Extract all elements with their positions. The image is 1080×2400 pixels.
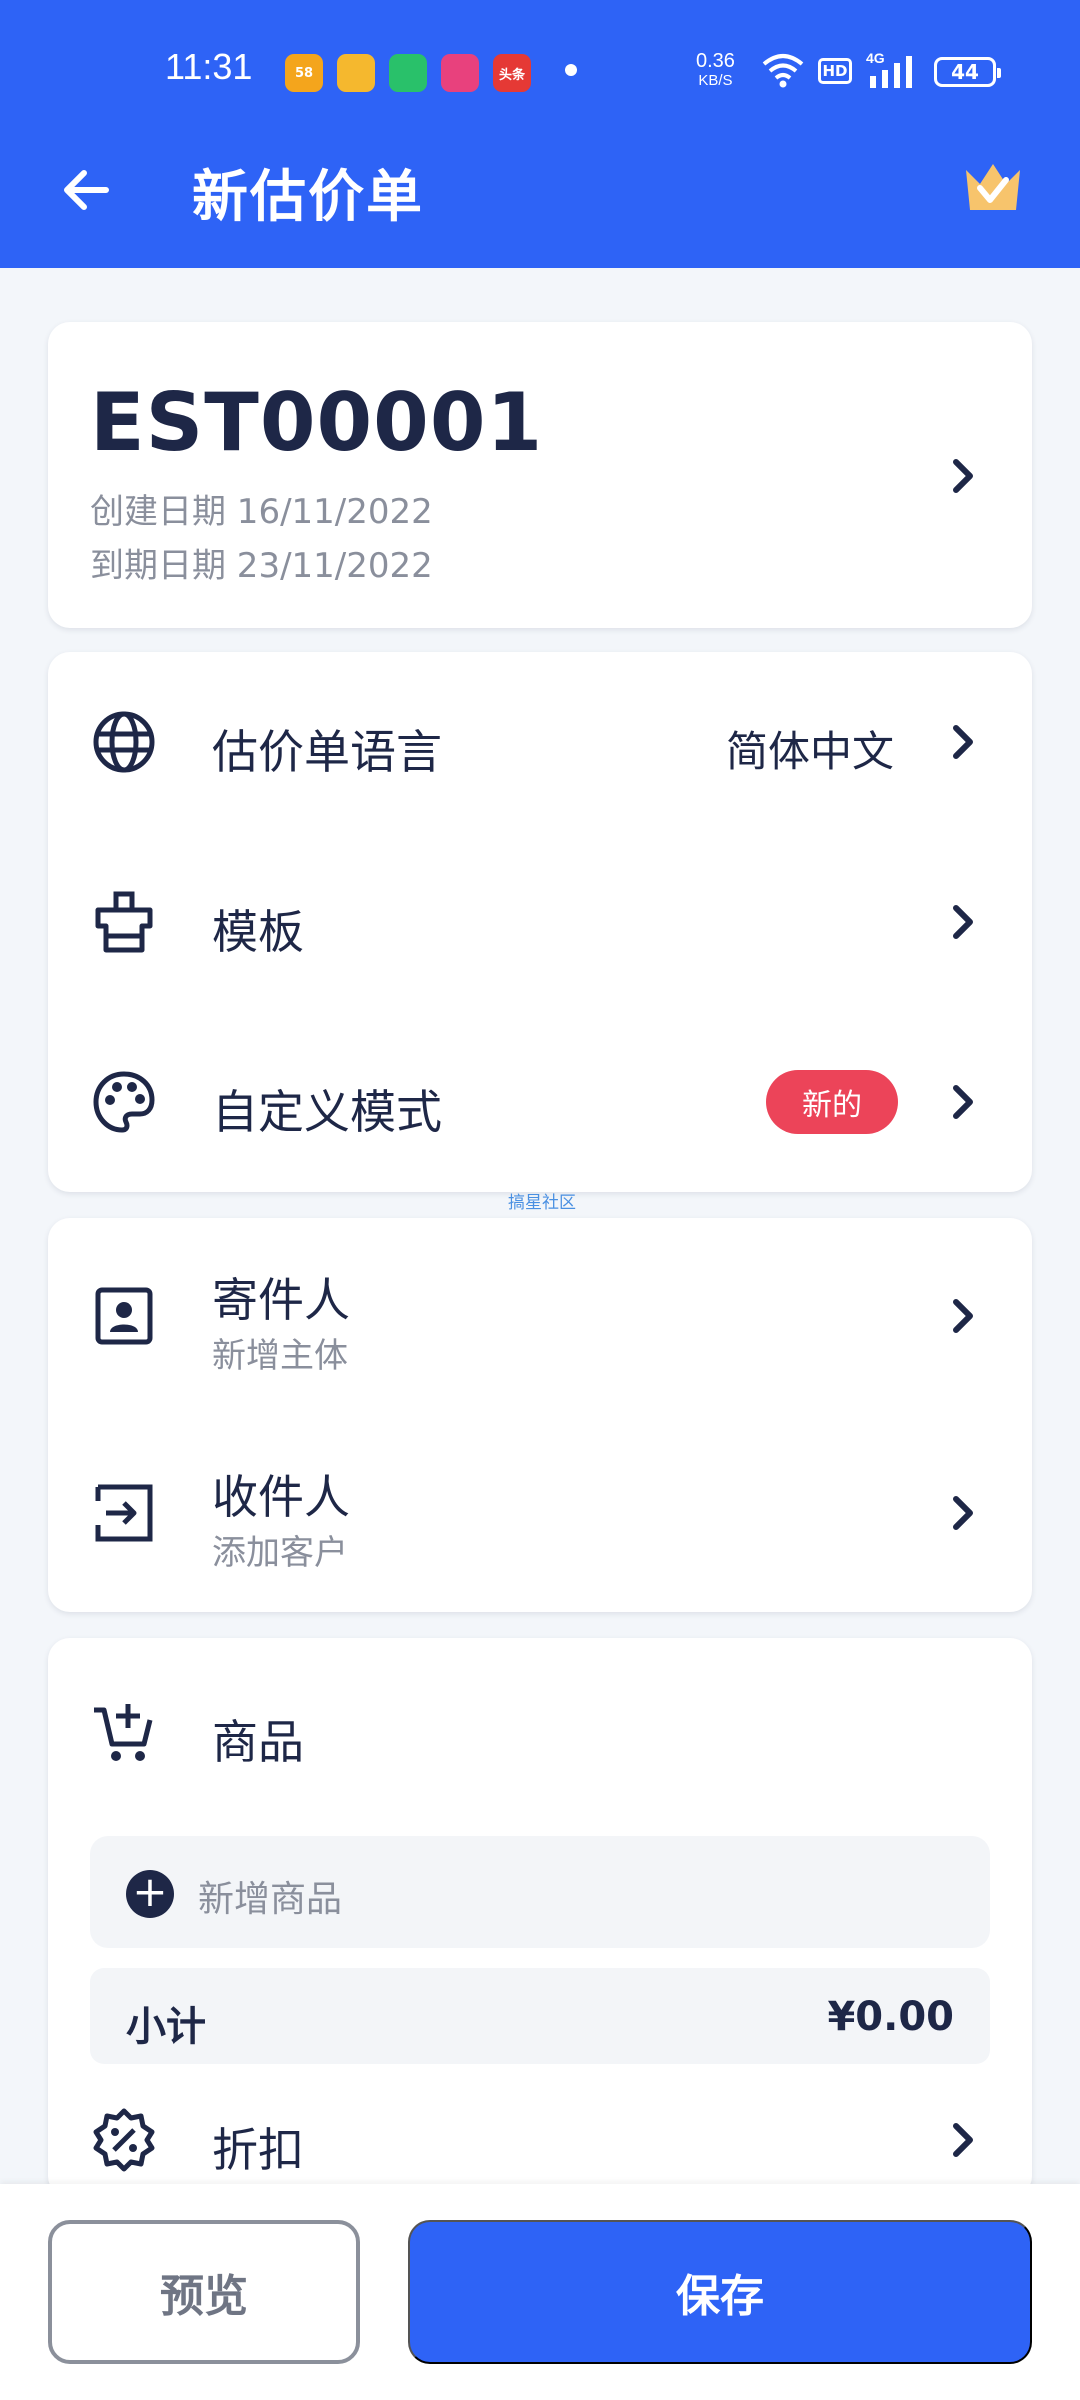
palette-icon xyxy=(93,1071,155,1133)
watermark: 搞星社区 xyxy=(508,1193,576,1213)
subtotal-row: 小计 ¥0.00 xyxy=(90,1968,990,2064)
battery-icon: 44 xyxy=(934,57,1001,87)
contact-card-icon xyxy=(95,1287,153,1345)
language-value: 简体中文 xyxy=(725,727,894,776)
chevron-right-icon xyxy=(953,905,973,939)
sender-row[interactable]: 寄件人 新增主体 xyxy=(48,1218,1032,1415)
app-header: 11:31 58 头条 0.36 KB/S HD 4G 44 新估价单 xyxy=(0,0,1080,268)
wifi-icon xyxy=(762,54,804,88)
chevron-right-icon xyxy=(953,1299,973,1333)
items-title: 商品 xyxy=(212,1715,304,1769)
preview-button[interactable]: 预览 xyxy=(48,2220,360,2364)
custom-mode-row[interactable]: 自定义模式 新的 xyxy=(48,1012,1032,1192)
chevron-right-icon xyxy=(953,725,973,759)
add-item-button[interactable]: + 新增商品 xyxy=(90,1836,990,1948)
template-label: 模板 xyxy=(212,905,304,959)
language-row[interactable]: 估价单语言 简体中文 xyxy=(48,652,1032,832)
chevron-right-icon xyxy=(953,1496,973,1530)
settings-card: 估价单语言 简体中文 模板 自定义模式 新的 xyxy=(48,652,1032,1192)
new-badge: 新的 xyxy=(766,1070,898,1134)
crown-icon[interactable] xyxy=(962,160,1024,216)
items-card: 商品 + 新增商品 小计 ¥0.00 折扣 xyxy=(48,1638,1032,2198)
recipient-row[interactable]: 收件人 添加客户 xyxy=(48,1415,1032,1612)
language-label: 估价单语言 xyxy=(212,725,442,779)
due-date: 到期日期 23/11/2022 xyxy=(90,546,433,586)
net-speed-value: 0.36 xyxy=(696,50,735,72)
plus-circle-icon: + xyxy=(126,1870,174,1918)
template-icon xyxy=(95,891,153,953)
mascot-app-icon xyxy=(337,54,375,92)
more-notifications-dot xyxy=(565,64,577,76)
sender-sub: 新增主体 xyxy=(212,1336,348,1376)
template-row[interactable]: 模板 xyxy=(48,832,1032,1012)
58-app-icon: 58 xyxy=(285,54,323,92)
bottom-action-bar: 预览 保存 xyxy=(0,2184,1080,2400)
chevron-right-icon xyxy=(953,459,973,493)
status-bar: 11:31 58 头条 0.36 KB/S HD 4G 44 xyxy=(0,0,1080,140)
sender-label: 寄件人 xyxy=(212,1273,350,1327)
status-time: 11:31 xyxy=(165,46,253,87)
custom-mode-label: 自定义模式 xyxy=(212,1085,442,1139)
add-cart-icon xyxy=(94,1704,153,1761)
hd-icon: HD xyxy=(818,58,852,84)
globe-icon xyxy=(93,711,155,773)
network-type-label: 4G xyxy=(866,50,885,66)
add-item-label: 新增商品 xyxy=(198,1879,343,1920)
discount-label: 折扣 xyxy=(212,2123,304,2177)
save-button[interactable]: 保存 xyxy=(408,2220,1032,2364)
signal-icon: 4G xyxy=(866,50,912,88)
net-speed: 0.36 KB/S xyxy=(696,50,735,90)
video-app-icon xyxy=(441,54,479,92)
back-arrow-icon[interactable] xyxy=(56,160,116,220)
chat-app-icon xyxy=(389,54,427,92)
estimate-number: EST00001 xyxy=(90,376,544,469)
parties-card: 寄件人 新增主体 收件人 添加客户 xyxy=(48,1218,1032,1612)
chevron-right-icon xyxy=(953,1085,973,1119)
login-icon xyxy=(95,1484,153,1542)
chevron-right-icon xyxy=(953,2123,973,2157)
created-date: 创建日期 16/11/2022 xyxy=(90,492,433,532)
recipient-label: 收件人 xyxy=(212,1470,350,1524)
subtotal-label: 小计 xyxy=(126,2004,206,2050)
estimate-card[interactable]: EST00001 创建日期 16/11/2022 到期日期 23/11/2022 xyxy=(48,322,1032,628)
discount-row[interactable]: 折扣 xyxy=(48,2078,1032,2198)
subtotal-value: ¥0.00 xyxy=(827,1994,954,2040)
battery-level: 44 xyxy=(951,60,979,84)
toutiao-app-icon: 头条 xyxy=(493,54,531,92)
discount-icon xyxy=(93,2108,155,2172)
recipient-sub: 添加客户 xyxy=(212,1533,348,1573)
page-title: 新估价单 xyxy=(192,165,424,230)
notification-icons: 58 头条 xyxy=(285,54,531,92)
net-speed-unit: KB/S xyxy=(698,72,733,89)
